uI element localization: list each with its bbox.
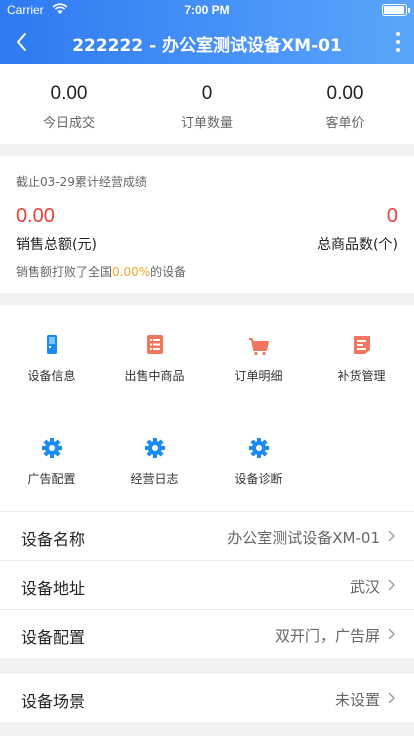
stat-label: 今日成交 <box>42 116 95 131</box>
device-address-row[interactable]: 设备地址 武汉 <box>0 561 414 609</box>
chevron-right-icon <box>388 628 395 640</box>
menu-label: 设备信息 <box>27 369 76 383</box>
menu-label: 出售中商品 <box>124 369 185 383</box>
goods-total-value: 0 <box>386 205 398 227</box>
row-label: 设备场景 <box>21 692 86 711</box>
menu-label: 订单明细 <box>234 369 283 383</box>
menu-restock[interactable]: 补货管理 <box>310 305 413 405</box>
chevron-right-icon <box>388 579 395 591</box>
page-title: 222222 - 办公室测试设备XM-01 <box>72 36 342 56</box>
row-value: 办公室测试设备XM-01 <box>227 529 380 547</box>
menu-order-detail[interactable]: 订单明细 <box>207 305 310 405</box>
stat-label: 客单价 <box>325 116 365 131</box>
goods-list-icon <box>147 335 163 354</box>
menu-label: 补货管理 <box>337 369 386 383</box>
goods-total-label: 总商品数(个) <box>317 237 398 253</box>
function-menu: 设备信息 出售中商品 订单明细 补货管理 广告配置 经营日志 设备诊断 <box>0 305 414 511</box>
menu-goods-on-sale[interactable]: 出售中商品 <box>103 305 206 405</box>
stat-value: 0.00 <box>50 83 88 104</box>
stat-label: 订单数量 <box>180 116 233 131</box>
ranking-text: 销售额打败了全国0.00%的设备 <box>16 263 186 280</box>
device-info-icon <box>47 335 57 354</box>
stat-value: 0 <box>201 83 213 104</box>
today-stats: 0.00 今日成交 0 订单数量 0.00 客单价 <box>0 64 414 144</box>
row-value: 双开门，广告屏 <box>274 627 380 645</box>
more-options-icon[interactable] <box>392 29 404 55</box>
battery-icon <box>382 4 410 16</box>
status-time: 7:00 PM <box>184 3 230 17</box>
restock-icon <box>354 336 370 354</box>
menu-label: 广告配置 <box>27 472 76 486</box>
gear-icon <box>42 438 62 458</box>
ranking-percent: 0.00% <box>112 265 151 279</box>
menu-ad-config[interactable]: 广告配置 <box>0 408 103 508</box>
device-name-row[interactable]: 设备名称 办公室测试设备XM-01 <box>0 512 414 560</box>
row-label: 设备名称 <box>21 530 86 549</box>
back-arrow-icon[interactable] <box>8 24 38 60</box>
performance-title: 截止03-29累计经营成绩 <box>16 175 147 189</box>
menu-device-info[interactable]: 设备信息 <box>0 305 103 405</box>
device-config-row[interactable]: 设备配置 双开门，广告屏 <box>0 610 414 658</box>
app-header: Carrier 7:00 PM 222222 - 办公室测试设备XM-01 <box>0 0 414 64</box>
stat-order-count: 0 订单数量 <box>138 64 276 144</box>
stat-today-deals: 0.00 今日成交 <box>0 64 138 144</box>
chevron-right-icon <box>388 692 395 704</box>
sales-total-value: 0.00 <box>16 205 55 227</box>
gear-icon <box>145 438 165 458</box>
menu-operation-log[interactable]: 经营日志 <box>103 408 206 508</box>
sales-total-label: 销售总额(元) <box>16 237 97 253</box>
device-scene-row[interactable]: 设备场景 未设置 <box>0 674 414 722</box>
cart-icon <box>249 338 269 356</box>
row-label: 设备配置 <box>21 628 86 647</box>
stat-avg-order: 0.00 客单价 <box>276 64 414 144</box>
stat-value: 0.00 <box>326 83 364 104</box>
menu-device-diagnosis[interactable]: 设备诊断 <box>207 408 310 508</box>
status-bar: Carrier 7:00 PM <box>0 0 414 20</box>
row-value: 未设置 <box>334 691 380 709</box>
row-label: 设备地址 <box>21 579 86 598</box>
menu-label: 设备诊断 <box>234 472 283 486</box>
menu-label: 经营日志 <box>130 472 179 486</box>
nav-bar: 222222 - 办公室测试设备XM-01 <box>0 20 414 64</box>
cumulative-performance: 截止03-29累计经营成绩 0.00 0 销售总额(元) 总商品数(个) 销售额… <box>0 156 414 293</box>
gear-icon <box>249 438 269 458</box>
ranking-prefix: 销售额打败了全国 <box>16 265 113 279</box>
row-value: 武汉 <box>349 578 380 596</box>
ranking-suffix: 的设备 <box>150 265 187 279</box>
chevron-right-icon <box>388 530 395 542</box>
